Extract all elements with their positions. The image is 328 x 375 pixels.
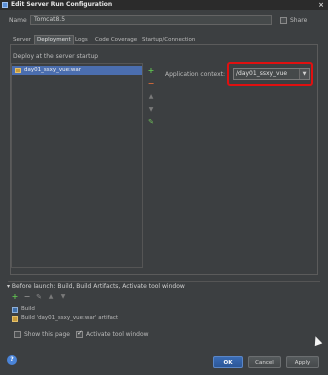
show-page-label: Show this page	[24, 331, 70, 338]
window-title: Edit Server Run Configuration	[11, 1, 113, 8]
tab-server[interactable]: Server	[11, 36, 33, 44]
before-launch-divider	[8, 281, 320, 282]
tab-deployment[interactable]: Deployment	[34, 35, 74, 44]
tab-logs[interactable]: Logs	[73, 36, 90, 44]
activate-tool-checkbox[interactable]	[76, 329, 83, 338]
show-page-checkbox[interactable]	[14, 331, 21, 338]
activate-tool-label: Activate tool window	[86, 331, 149, 338]
move-down-icon[interactable]: ▼	[147, 106, 155, 114]
remove-icon[interactable]: −	[147, 80, 155, 88]
help-icon[interactable]: ?	[7, 355, 17, 365]
share-checkbox[interactable]	[280, 17, 287, 24]
before-launch-title: Before launch: Build, Build Artifacts, A…	[11, 283, 185, 290]
deploy-section-label: Deploy at the server startup	[13, 53, 99, 60]
war-artifact-icon	[15, 68, 21, 73]
list-item[interactable]: Build	[11, 305, 315, 314]
app-context-label: Application context:	[165, 71, 226, 78]
apply-button[interactable]: Apply	[286, 356, 319, 368]
before-launch-item-label: Build 'day01_ssxy_vue:war' artifact	[21, 315, 119, 321]
name-label: Name	[9, 17, 27, 24]
edit-icon[interactable]: ✎	[147, 118, 155, 126]
before-launch-header[interactable]: ▾ Before launch: Build, Build Artifacts,…	[7, 283, 185, 290]
artifact-list[interactable]: day01_ssxy_vue:war	[11, 63, 143, 268]
cancel-button[interactable]: Cancel	[248, 356, 281, 368]
ok-button[interactable]: OK	[213, 356, 243, 368]
artifact-icon	[12, 316, 18, 322]
before-launch-up-icon[interactable]: ▲	[47, 293, 55, 301]
artifact-label: day01_ssxy_vue:war	[24, 67, 81, 73]
tab-code-coverage[interactable]: Code Coverage	[93, 36, 139, 44]
before-launch-item-label: Build	[21, 306, 35, 312]
title-bar: Edit Server Run Configuration ×	[0, 0, 328, 10]
tab-startup-connection[interactable]: Startup/Connection	[140, 36, 197, 44]
app-icon	[2, 2, 8, 8]
name-field[interactable]: Tomcat8.5	[30, 15, 272, 25]
list-item[interactable]: day01_ssxy_vue:war	[12, 66, 142, 75]
before-launch-add-icon[interactable]: +	[11, 293, 19, 301]
add-icon[interactable]: +	[147, 67, 155, 75]
highlight-box	[227, 62, 313, 86]
mouse-cursor-icon	[311, 334, 323, 347]
before-launch-down-icon[interactable]: ▼	[59, 293, 67, 301]
close-icon[interactable]: ×	[318, 0, 324, 10]
before-launch-edit-icon[interactable]: ✎	[35, 293, 43, 301]
before-launch-remove-icon[interactable]: −	[23, 293, 31, 301]
build-icon	[12, 307, 18, 313]
share-label: Share	[290, 17, 308, 24]
move-up-icon[interactable]: ▲	[147, 93, 155, 101]
list-item[interactable]: Build 'day01_ssxy_vue:war' artifact	[11, 314, 315, 323]
